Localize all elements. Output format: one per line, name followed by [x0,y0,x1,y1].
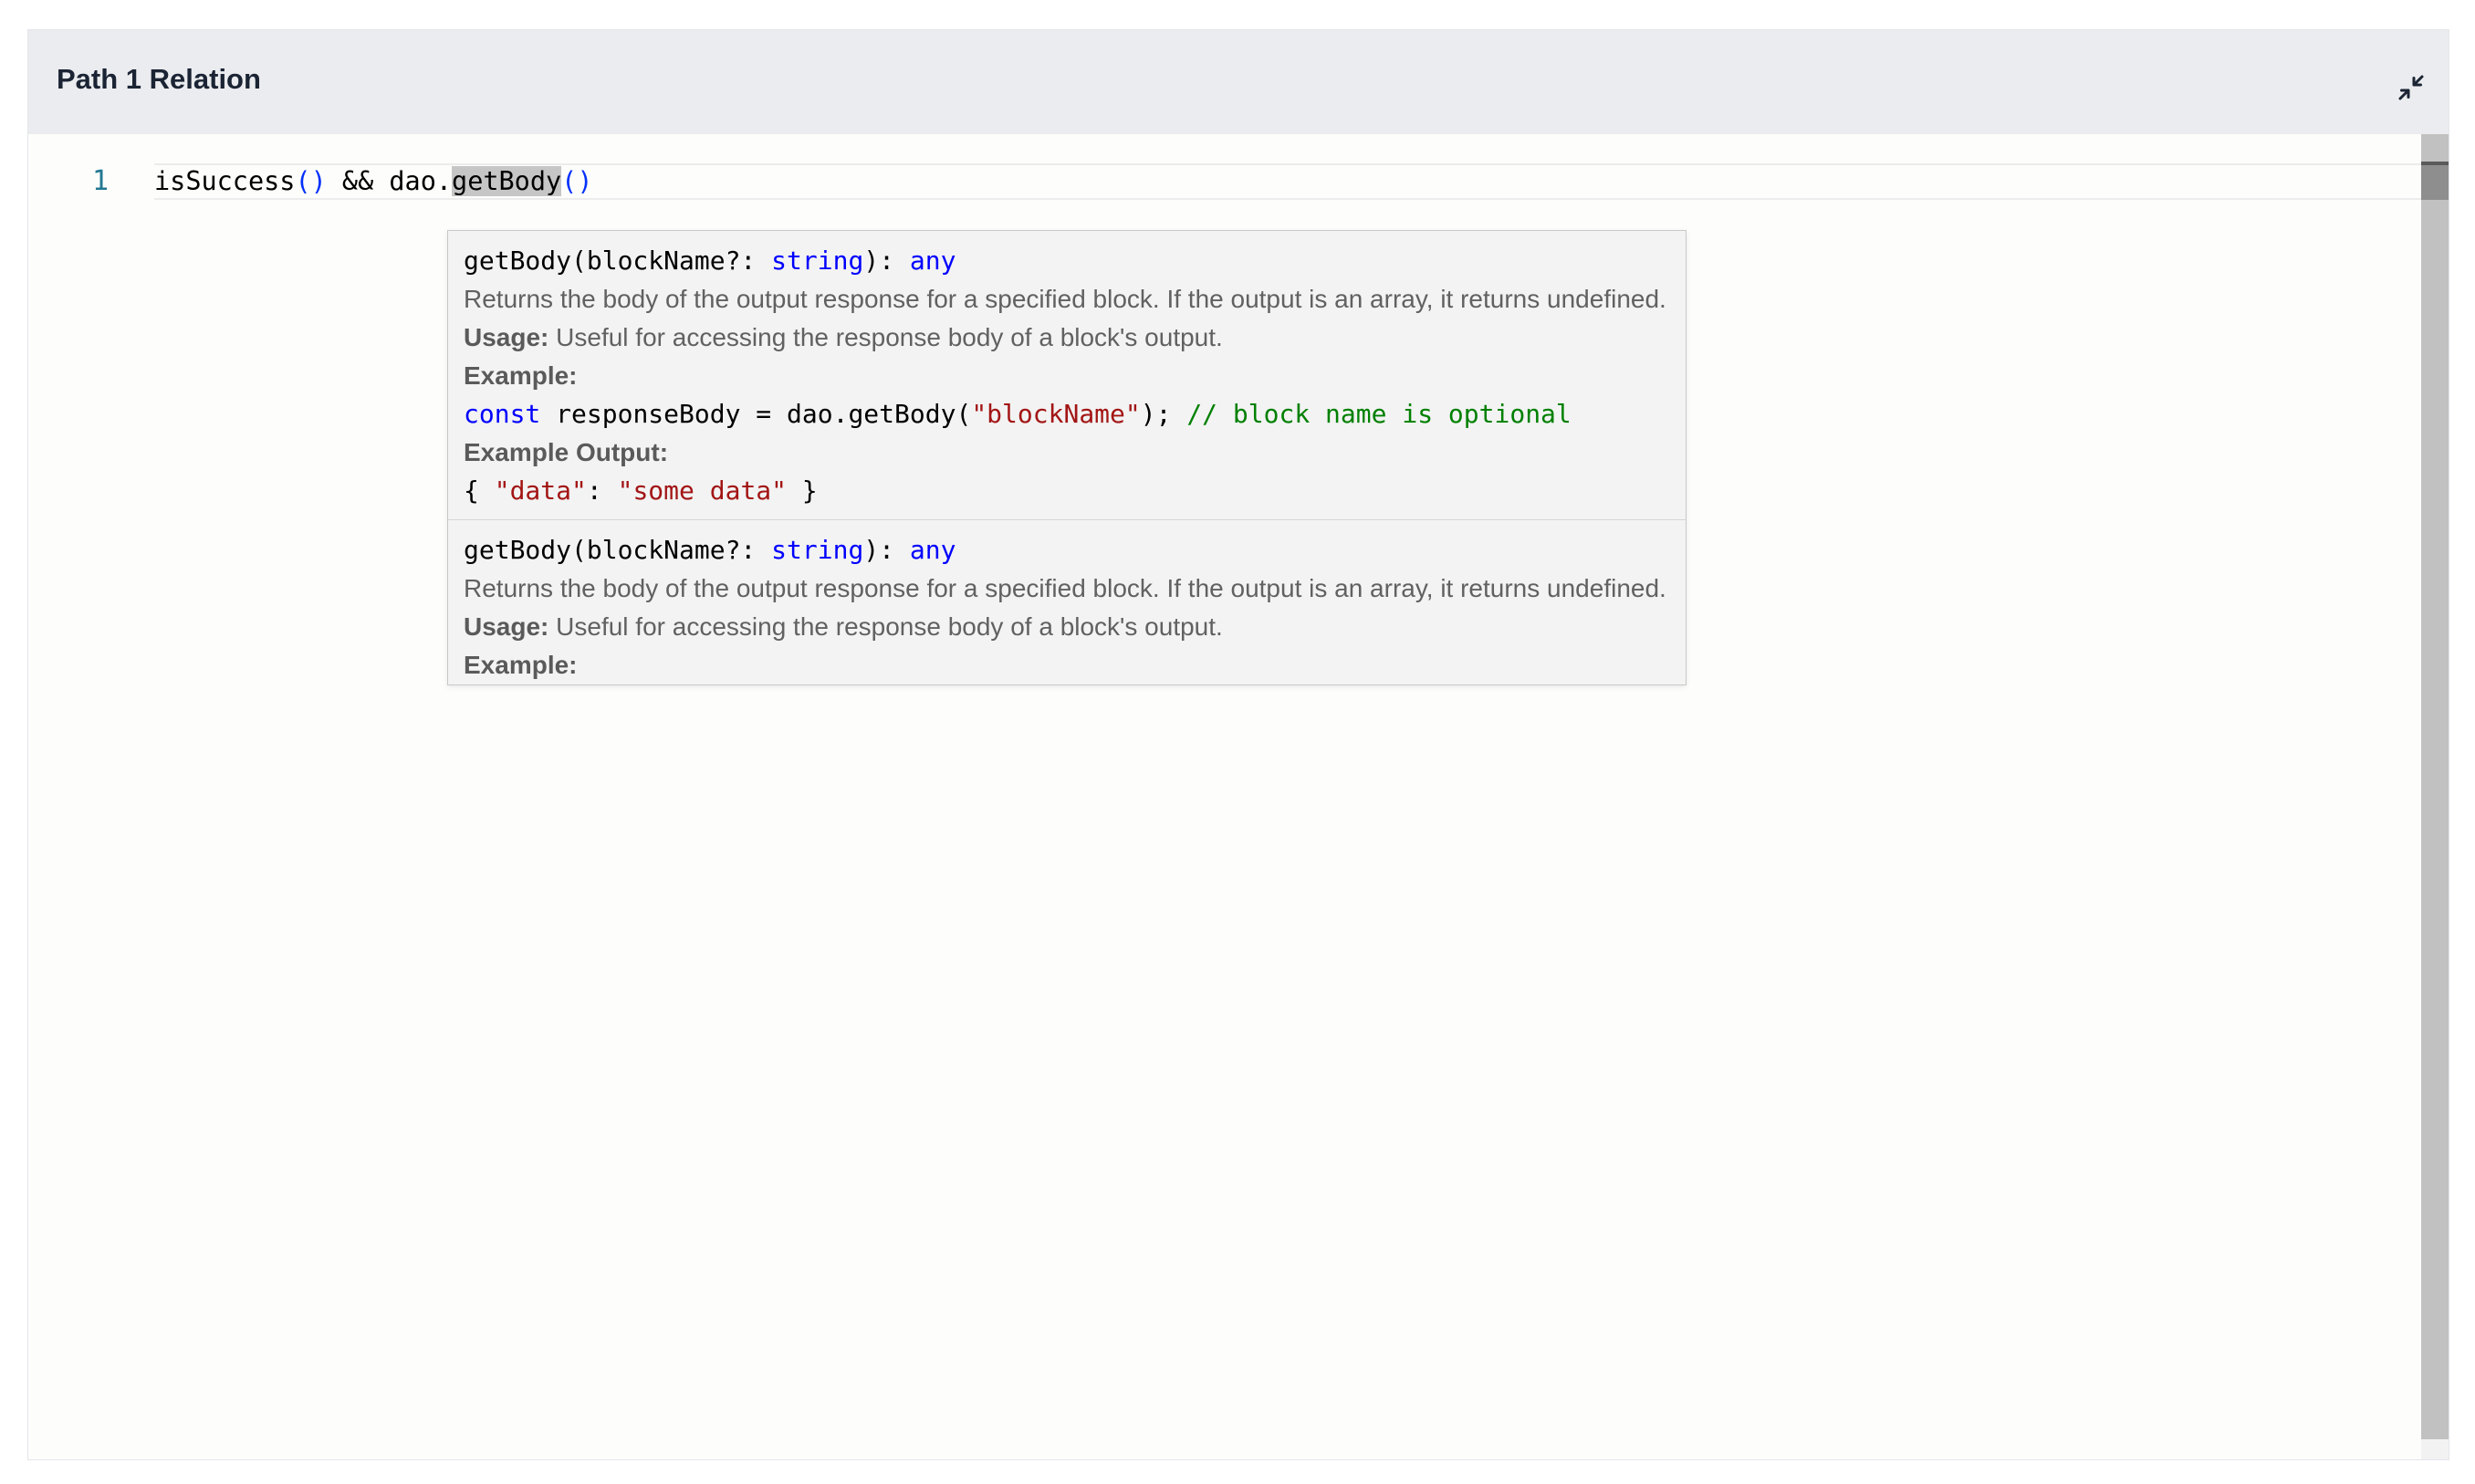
scrollbar-cursor-marker [2421,162,2449,200]
hover-section: getBody(blockName?: string): any Returns… [448,231,1686,519]
hover-tooltip: getBody(blockName?: string): any Returns… [447,230,1687,685]
code-string: "some data" [617,476,788,506]
code-text: { [464,476,495,506]
code-comment: // block name is optional [1186,399,1572,429]
sig-return: any [909,246,956,276]
code-string: "blockName" [971,399,1141,429]
code-string: "data" [494,476,587,506]
scrollbar-thumb[interactable] [2421,134,2449,1439]
sig-type: string [771,246,864,276]
code-editor[interactable]: 1 isSuccess() && dao.getBody() getBody(b… [28,134,2449,1459]
function-signature: getBody(blockName?: string): any [464,242,1670,280]
usage-text: Useful for accessing the response body o… [548,612,1223,641]
sig-type: string [771,535,864,565]
sig-return: any [909,535,956,565]
usage: Usage: Useful for accessing the response… [464,608,1670,646]
code-paren: () [295,166,327,196]
sig-punct: ): [863,535,910,565]
code-keyword: const [464,399,541,429]
description: Returns the body of the output response … [464,574,1666,602]
usage: Usage: Useful for accessing the response… [464,319,1670,357]
example-output-label-row: Example Output: [464,434,1670,472]
code-paren: () [561,166,593,196]
collapse-arrows-icon [2398,75,2424,100]
usage-text: Useful for accessing the response body o… [548,323,1223,351]
collapse-button[interactable] [2388,65,2434,110]
sig-punct: ): [863,246,910,276]
usage-label: Usage: [464,612,549,641]
panel-header: Path 1 Relation [28,30,2449,135]
relation-panel: Path 1 Relation 1 isSuccess() && dao.get… [27,29,2449,1460]
vertical-scrollbar[interactable] [2421,134,2449,1459]
sig-name: getBody(blockName?: [464,535,772,565]
example-label-row: Example: [464,357,1670,395]
example-label: Example: [464,651,578,679]
example-output-code: { "data": "some data" } [464,472,1670,510]
description: Returns the body of the output response … [464,285,1666,313]
example-label-row: Example: [464,646,1670,685]
code-text: : [586,476,618,506]
example-label: Example: [464,361,578,390]
code-token: && dao. [326,166,453,196]
code-text: ); [1140,399,1187,429]
code-line[interactable]: isSuccess() && dao.getBody() [154,163,592,200]
code-text: responseBody = dao.getBody( [540,399,972,429]
code-text: } [787,476,818,506]
code-token: isSuccess [154,166,296,196]
sig-name: getBody(blockName?: [464,246,772,276]
hover-section: getBody(blockName?: string): any Returns… [448,519,1686,685]
example-output-label: Example Output: [464,438,669,466]
example-code: const responseBody = dao.getBody("blockN… [464,395,1670,434]
usage-label: Usage: [464,323,549,351]
line-number: 1 [92,165,110,197]
highlighted-token: getBody [452,166,562,196]
panel-title: Path 1 Relation [57,63,261,95]
function-signature: getBody(blockName?: string): any [464,531,1670,570]
